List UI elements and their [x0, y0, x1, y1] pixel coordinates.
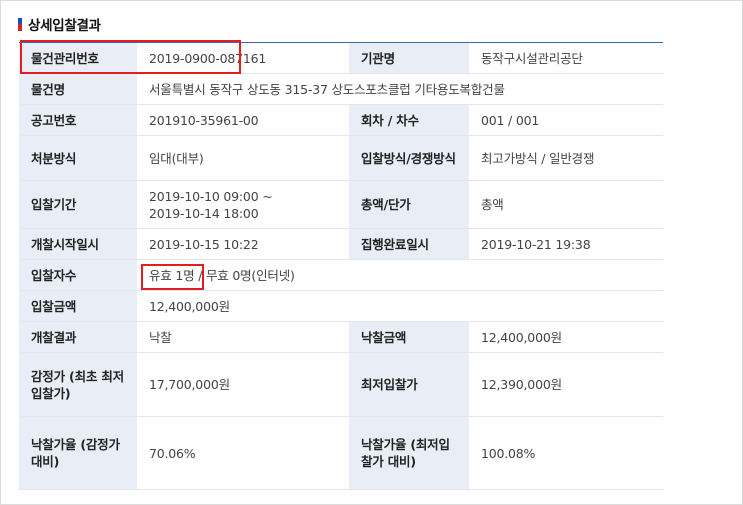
value-ratio-min: 100.08%	[469, 416, 663, 490]
label-ratio-appraisal: 낙찰가율 (감정가 대비)	[19, 416, 137, 490]
value-done-time: 2019-10-21 19:38	[469, 228, 663, 260]
value-disposal: 임대(대부)	[137, 135, 349, 181]
section-marker-icon	[18, 17, 22, 31]
label-agency: 기관명	[349, 42, 469, 74]
table-row: 입찰자수 유효 1명 / 무효 0명(인터넷)	[19, 259, 663, 291]
table-row: 처분방식 임대(대부) 입찰방식/경쟁방식 최고가방식 / 일반경쟁	[19, 135, 663, 181]
bid-result-table: 물건관리번호 2019-0900-087161 기관명 동작구시설관리공단 물건…	[19, 39, 663, 490]
value-amount-type: 총액	[469, 180, 663, 229]
value-bid-method: 최고가방식 / 일반경쟁	[469, 135, 663, 181]
label-result: 개찰결과	[19, 321, 137, 353]
label-round: 회차 / 차수	[349, 104, 469, 136]
value-item-name: 서울특별시 동작구 상도동 315-37 상도스포츠클럽 기타용도복합건물	[137, 73, 663, 105]
table-row: 입찰금액 12,400,000원	[19, 290, 663, 322]
bidders-rest: / 무효 0명(인터넷)	[194, 267, 295, 283]
label-disposal: 처분방식	[19, 135, 137, 181]
value-win-amount: 12,400,000원	[469, 321, 663, 353]
table-row: 공고번호 201910-35961-00 회차 / 차수 001 / 001	[19, 104, 663, 136]
label-appraisal: 감정가 (최초 최저입찰가)	[19, 352, 137, 417]
value-min-bid: 12,390,000원	[469, 352, 663, 417]
value-round: 001 / 001	[469, 104, 663, 136]
label-notice-no: 공고번호	[19, 104, 137, 136]
value-appraisal: 17,700,000원	[137, 352, 349, 417]
table-row: 낙찰가율 (감정가 대비) 70.06% 낙찰가율 (최저입찰가 대비) 100…	[19, 416, 663, 490]
label-done-time: 집행완료일시	[349, 228, 469, 260]
table-row: 물건명 서울특별시 동작구 상도동 315-37 상도스포츠클럽 기타용도복합건…	[19, 73, 663, 105]
value-open-time: 2019-10-15 10:22	[137, 228, 349, 260]
bid-period-start: 2019-10-10 09:00 ~	[149, 188, 273, 204]
table-row: 물건관리번호 2019-0900-087161 기관명 동작구시설관리공단	[19, 42, 663, 74]
label-item-name: 물건명	[19, 73, 137, 105]
value-item-no: 2019-0900-087161	[137, 42, 349, 74]
label-bid-amount: 입찰금액	[19, 290, 137, 322]
label-open-time: 개찰시작일시	[19, 228, 137, 260]
value-result: 낙찰	[137, 321, 349, 353]
label-bid-period: 입찰기간	[19, 180, 137, 229]
value-bidders: 유효 1명 / 무효 0명(인터넷)	[137, 259, 663, 291]
table-row: 개찰시작일시 2019-10-15 10:22 집행완료일시 2019-10-2…	[19, 228, 663, 260]
label-min-bid: 최저입찰가	[349, 352, 469, 417]
section-header: 상세입찰결과	[18, 15, 101, 34]
value-ratio-appraisal: 70.06%	[137, 416, 349, 490]
label-bid-method: 입찰방식/경쟁방식	[349, 135, 469, 181]
value-agency: 동작구시설관리공단	[469, 42, 663, 74]
label-win-amount: 낙찰금액	[20, 39, 469, 353]
label-ratio-min: 낙찰가율 (최저입찰가 대비)	[349, 416, 469, 490]
label-bidders: 입찰자수	[19, 259, 137, 291]
table-row: 입찰기간 2019-10-10 09:00 ~ 2019-10-14 18:00…	[19, 180, 663, 229]
value-bid-amount: 12,400,000원	[137, 290, 663, 322]
result-panel: 상세입찰결과 물건관리번호 2019-0900-087161 기관명 동작구시설…	[0, 0, 743, 505]
value-notice-no: 201910-35961-00	[137, 104, 349, 136]
bidders-valid: 유효 1명	[149, 267, 195, 283]
bid-period-end: 2019-10-14 18:00	[149, 205, 259, 221]
table-row: 개찰결과 낙찰 낙찰금액 12,400,000원	[19, 39, 663, 353]
section-title: 상세입찰결과	[28, 18, 101, 34]
label-amount-type: 총액/단가	[349, 180, 469, 229]
table-row: 감정가 (최초 최저입찰가) 17,700,000원 최저입찰가 12,390,…	[19, 352, 663, 417]
value-bid-period: 2019-10-10 09:00 ~ 2019-10-14 18:00	[137, 180, 349, 229]
win-amount-label-text: 낙찰금액	[361, 329, 407, 345]
label-item-no: 물건관리번호	[19, 42, 137, 74]
